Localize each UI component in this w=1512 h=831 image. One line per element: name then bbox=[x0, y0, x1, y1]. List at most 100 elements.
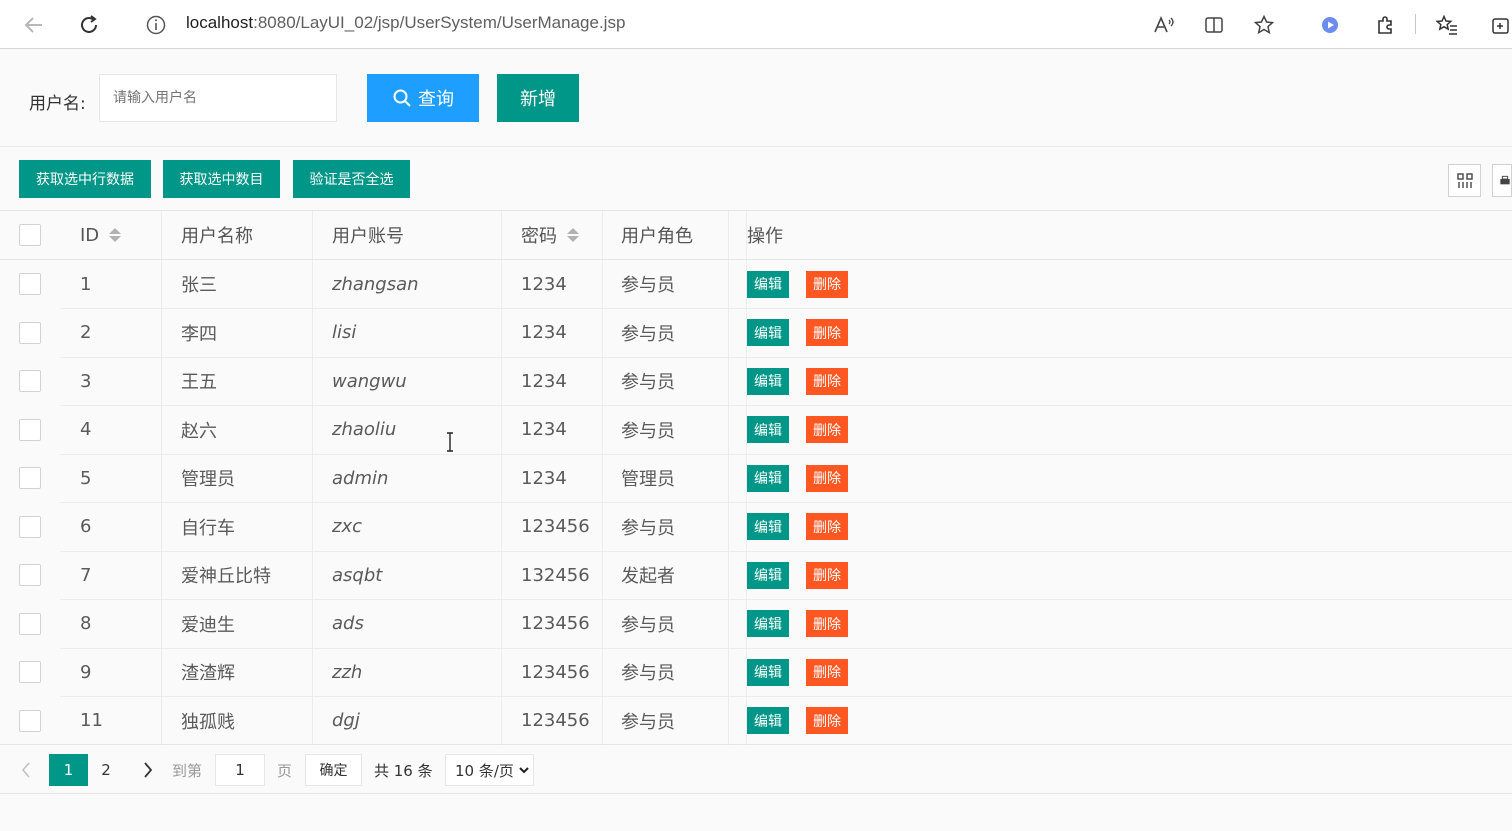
add-button[interactable]: 新增 bbox=[497, 74, 579, 122]
row-checkbox-cell bbox=[19, 406, 41, 455]
extensions-icon[interactable] bbox=[1372, 12, 1398, 38]
delete-button[interactable]: 删除 bbox=[806, 416, 848, 444]
check-all-button[interactable]: 验证是否全选 bbox=[293, 160, 410, 198]
next-page-icon[interactable] bbox=[136, 754, 160, 786]
goto-page-input[interactable] bbox=[215, 754, 265, 786]
page-2[interactable]: 2 bbox=[92, 754, 120, 786]
edit-button[interactable]: 编辑 bbox=[747, 561, 789, 589]
row-checkbox[interactable] bbox=[19, 467, 41, 490]
row-checkbox[interactable] bbox=[19, 321, 41, 344]
cell-id: 4 bbox=[80, 419, 92, 441]
row-checkbox[interactable] bbox=[19, 418, 41, 441]
table-header: ID 用户名称 用户账号 密码 用户角色 操作 bbox=[0, 211, 1512, 260]
cell-role: 参与员 bbox=[621, 663, 675, 685]
split-screen-icon[interactable] bbox=[1201, 12, 1227, 38]
favorite-star-icon[interactable] bbox=[1251, 12, 1277, 38]
edit-button[interactable]: 编辑 bbox=[747, 270, 789, 298]
username-search-input[interactable] bbox=[99, 74, 337, 122]
cell-account: admin bbox=[332, 467, 389, 489]
prev-page-icon[interactable] bbox=[14, 754, 38, 786]
edit-button[interactable]: 编辑 bbox=[747, 513, 789, 541]
query-button[interactable]: 查询 bbox=[367, 74, 479, 122]
delete-button[interactable]: 删除 bbox=[806, 367, 848, 395]
delete-button[interactable]: 删除 bbox=[806, 464, 848, 492]
cell-actions: 编辑 删除 bbox=[747, 406, 848, 455]
edit-button[interactable]: 编辑 bbox=[747, 367, 789, 395]
goto-confirm-button[interactable]: 确定 bbox=[305, 754, 362, 786]
address-bar[interactable]: localhost:8080/LayUI_02/jsp/UserSystem/U… bbox=[186, 13, 625, 33]
goto-label: 到第 bbox=[172, 761, 203, 780]
row-checkbox[interactable] bbox=[19, 515, 41, 538]
read-aloud-icon[interactable] bbox=[1151, 12, 1177, 38]
get-checked-data-button[interactable]: 获取选中行数据 bbox=[19, 160, 151, 198]
print-icon[interactable] bbox=[1492, 164, 1512, 197]
cell-password: 123456 bbox=[521, 710, 590, 732]
table-row: 3 王五 wangwu 1234 参与员 编辑 删除 bbox=[0, 357, 1512, 406]
cell-account: zzh bbox=[332, 661, 363, 683]
row-checkbox-cell bbox=[19, 503, 41, 552]
cell-actions: 编辑 删除 bbox=[747, 357, 848, 406]
row-checkbox[interactable] bbox=[19, 564, 41, 587]
cell-password: 1234 bbox=[521, 419, 567, 441]
cell-username: 渣渣辉 bbox=[181, 663, 235, 685]
reload-icon[interactable] bbox=[76, 12, 102, 38]
cell-username: 王五 bbox=[181, 372, 217, 394]
delete-button[interactable]: 删除 bbox=[806, 707, 848, 735]
select-all-checkbox[interactable] bbox=[19, 224, 41, 246]
edit-button[interactable]: 编辑 bbox=[747, 658, 789, 686]
delete-button[interactable]: 删除 bbox=[806, 658, 848, 686]
header-id[interactable]: ID bbox=[80, 211, 122, 259]
row-checkbox[interactable] bbox=[19, 709, 41, 732]
site-info-icon[interactable] bbox=[143, 12, 169, 38]
edit-button[interactable]: 编辑 bbox=[747, 707, 789, 735]
row-checkbox[interactable] bbox=[19, 661, 41, 684]
cell-account: zxc bbox=[332, 516, 362, 538]
edit-button[interactable]: 编辑 bbox=[747, 319, 789, 347]
pagination: 1 2 到第 页 确定 共 16 条 10 条/页 bbox=[0, 746, 1512, 794]
cell-username: 李四 bbox=[181, 323, 217, 345]
header-password-label: 密码 bbox=[521, 226, 557, 247]
delete-button[interactable]: 删除 bbox=[806, 513, 848, 541]
cell-username: 赵六 bbox=[181, 420, 217, 442]
cell-account: asqbt bbox=[332, 564, 383, 586]
header-password[interactable]: 密码 bbox=[521, 211, 579, 259]
back-icon[interactable] bbox=[21, 12, 47, 38]
column-filter-icon[interactable] bbox=[1448, 164, 1481, 197]
edit-button[interactable]: 编辑 bbox=[747, 464, 789, 492]
favorites-list-icon[interactable] bbox=[1434, 12, 1460, 38]
delete-button[interactable]: 删除 bbox=[806, 319, 848, 347]
row-checkbox-cell bbox=[19, 600, 41, 649]
row-checkbox[interactable] bbox=[19, 370, 41, 393]
media-icon[interactable] bbox=[1317, 12, 1343, 38]
username-label: 用户名: bbox=[29, 94, 86, 114]
cell-id: 8 bbox=[80, 613, 92, 635]
sort-icon[interactable] bbox=[567, 228, 579, 242]
row-checkbox[interactable] bbox=[19, 612, 41, 635]
cell-password: 1234 bbox=[521, 467, 567, 489]
cell-username: 自行车 bbox=[181, 517, 235, 539]
cell-account: zhaoliu bbox=[332, 419, 397, 441]
collections-icon[interactable] bbox=[1490, 12, 1512, 38]
get-checked-count-button[interactable]: 获取选中数目 bbox=[163, 160, 280, 198]
sort-icon[interactable] bbox=[109, 228, 122, 242]
table-row: 9 渣渣辉 zzh 123456 参与员 编辑 删除 bbox=[0, 648, 1512, 697]
table-row: 5 管理员 admin 1234 管理员 编辑 删除 bbox=[0, 454, 1512, 503]
delete-button[interactable]: 删除 bbox=[806, 561, 848, 589]
query-button-label: 查询 bbox=[418, 89, 454, 110]
cell-role: 参与员 bbox=[621, 372, 675, 394]
row-checkbox-cell bbox=[19, 551, 41, 600]
row-checkbox-cell bbox=[19, 648, 41, 697]
edit-button[interactable]: 编辑 bbox=[747, 416, 789, 444]
user-table: ID 用户名称 用户账号 密码 用户角色 操作 1 张三 zhangsan 1234 参… bbox=[0, 210, 1512, 745]
toolbar-separator bbox=[1415, 14, 1416, 34]
delete-button[interactable]: 删除 bbox=[806, 610, 848, 638]
chevron-down-icon bbox=[519, 767, 529, 774]
cell-password: 132456 bbox=[521, 564, 590, 586]
delete-button[interactable]: 删除 bbox=[806, 270, 848, 298]
page-1[interactable]: 1 bbox=[49, 754, 88, 786]
page-size-select[interactable]: 10 条/页 bbox=[445, 754, 534, 786]
edit-button[interactable]: 编辑 bbox=[747, 610, 789, 638]
url-host: localhost bbox=[186, 13, 254, 32]
row-checkbox[interactable] bbox=[19, 273, 41, 296]
header-id-label: ID bbox=[80, 224, 100, 246]
